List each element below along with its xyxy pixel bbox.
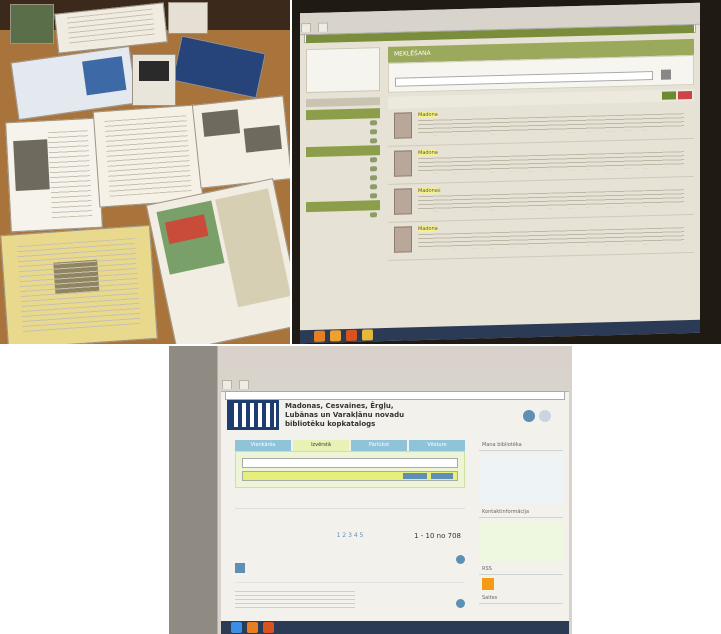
old-newspaper-book <box>0 224 158 344</box>
open-book-right <box>191 95 290 189</box>
search-input[interactable] <box>242 471 458 481</box>
open-book-center <box>92 104 204 208</box>
photo-projected-search: MEKLĒŠANA Madona Madona Madonas Madona <box>292 0 721 344</box>
photo-books-table <box>0 0 290 344</box>
start-icon[interactable] <box>231 622 242 633</box>
taskbar <box>300 319 700 344</box>
browser-tab[interactable] <box>301 22 311 33</box>
browser-tab[interactable] <box>222 380 232 389</box>
app-icon[interactable] <box>362 329 373 341</box>
photo-projected-catalog: Madonas, Cesvaines, Ērgļu, Lubānas un Va… <box>169 346 572 634</box>
app-icon[interactable] <box>330 330 341 342</box>
start-icon[interactable] <box>314 330 325 342</box>
taskbar <box>221 621 569 634</box>
tab-simple[interactable]: Vienkārša <box>235 440 291 451</box>
left-sidebar <box>306 47 380 263</box>
brochure <box>10 4 54 44</box>
search-tabs: Vienkārša Izvērstā Pārlūkot Vēsture <box>227 440 473 451</box>
projected-screen: MEKLĒŠANA Madona Madona Madonas Madona <box>300 2 700 344</box>
login-form[interactable] <box>479 454 563 504</box>
firefox-icon[interactable] <box>263 622 274 633</box>
site-title: Madonas, Cesvaines, Ērgļu, Lubānas un Va… <box>285 402 405 428</box>
toolbar-button[interactable] <box>662 91 676 100</box>
list-item[interactable]: Madona <box>388 214 694 261</box>
expand-icon[interactable] <box>456 555 465 564</box>
browser-chrome <box>221 370 569 400</box>
search-icon[interactable] <box>661 69 671 80</box>
toolbar-button[interactable] <box>678 90 692 100</box>
expand-icon[interactable] <box>456 599 465 608</box>
projected-screen: Madonas, Cesvaines, Ērgļu, Lubānas un Va… <box>221 370 569 634</box>
firefox-icon[interactable] <box>346 329 357 342</box>
main-results: MEKLĒŠANA Madona Madona Madonas Madona <box>388 38 694 261</box>
results-count: 1 - 10 no 708 <box>414 531 461 540</box>
search-panel: Vienkārša Izvērstā Pārlūkot Vēsture 1 2 … <box>227 440 473 621</box>
browser-tab[interactable] <box>318 22 329 32</box>
booklet <box>132 54 176 106</box>
library-logo <box>227 400 279 430</box>
open-book-left <box>5 117 103 233</box>
magazine <box>168 2 208 34</box>
tab-history[interactable]: Vēsture <box>409 440 465 451</box>
pager[interactable]: 1 2 3 4 5 <box>337 532 364 539</box>
browser-tab[interactable] <box>239 380 250 389</box>
language-icon[interactable] <box>523 410 535 422</box>
search-input[interactable] <box>242 458 458 468</box>
tab-browse[interactable]: Pārlūkot <box>351 440 407 451</box>
right-panel: Mana bibliotēka Kontaktinformācija RSS S… <box>479 440 563 621</box>
tab-advanced[interactable]: Izvērstā <box>293 440 349 451</box>
clear-button[interactable] <box>431 473 453 479</box>
library-logo <box>306 47 380 94</box>
search-button[interactable] <box>403 473 427 479</box>
search-box <box>235 451 465 488</box>
list-item[interactable] <box>235 549 465 583</box>
search-input[interactable] <box>395 70 653 87</box>
language-icon[interactable] <box>539 410 551 422</box>
list-item[interactable] <box>235 587 465 621</box>
rss-icon[interactable] <box>482 578 494 590</box>
app-icon[interactable] <box>247 622 258 633</box>
